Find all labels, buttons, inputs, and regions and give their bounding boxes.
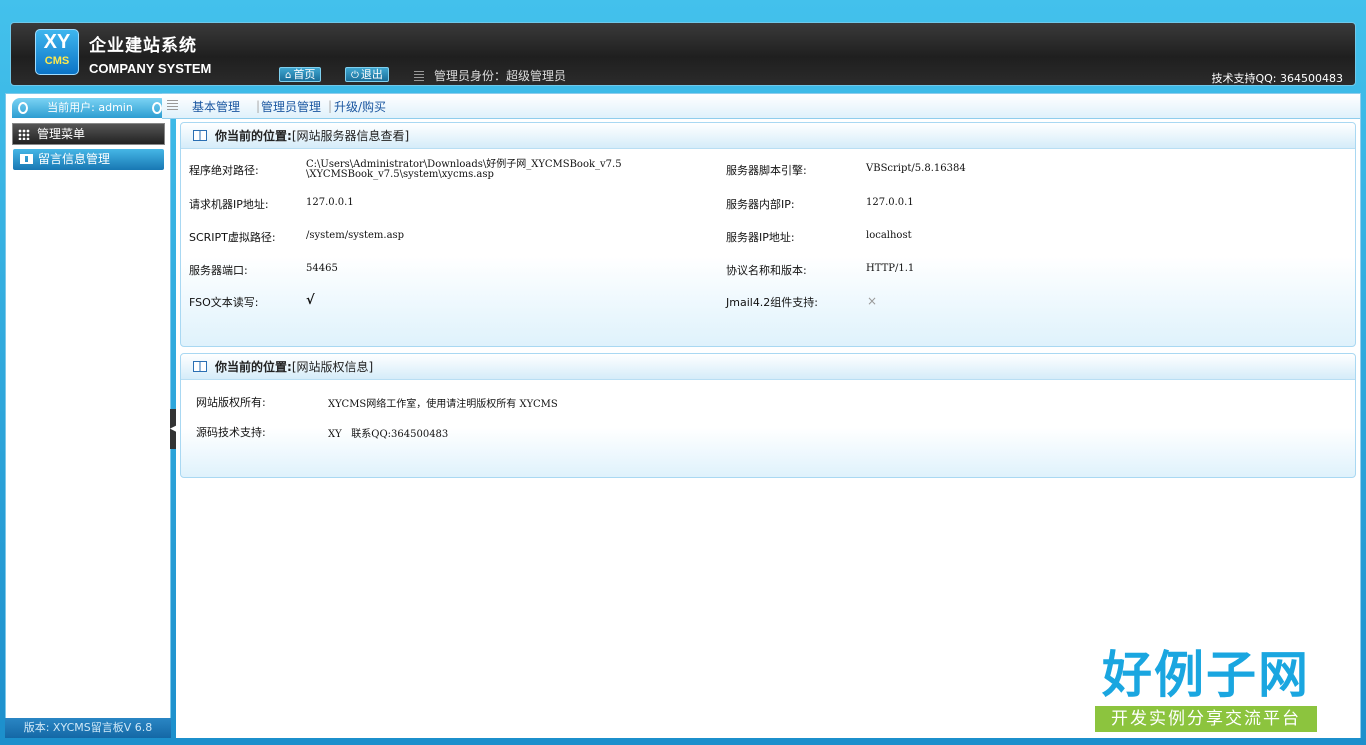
panel-title: 你当前的位置:[网站版权信息] xyxy=(181,354,1355,380)
book-icon xyxy=(20,154,33,164)
server-info-panel: 你当前的位置:[网站服务器信息查看] 程序绝对路径: C:\Users\Admi… xyxy=(180,122,1356,347)
list-icon xyxy=(414,71,424,81)
pin-icon xyxy=(18,102,28,114)
row-value: HTTP/1.1 xyxy=(866,263,915,274)
home-button[interactable]: ⌂ 首页 xyxy=(279,67,322,82)
location-text: [网站版权信息] xyxy=(291,360,374,374)
check-icon: √ xyxy=(306,293,315,308)
sidebar: 当前用户: admin 管理菜单 留言信息管理 xyxy=(5,93,171,738)
row-value: C:\Users\Administrator\Downloads\好例子网_XY… xyxy=(306,159,622,170)
sidebar-item-messages[interactable]: 留言信息管理 xyxy=(13,149,164,170)
top-nav: 基本管理 | 管理员管理 | 升级/购买 xyxy=(162,93,1361,119)
row-label: 请求机器IP地址: xyxy=(189,198,269,211)
row-value: 127.0.0.1 xyxy=(866,197,914,208)
version-text: 版本: XYCMS留言板V 6.8 xyxy=(5,718,171,738)
location-text: [网站服务器信息查看] xyxy=(291,129,410,143)
row-value: 127.0.0.1 xyxy=(306,197,354,208)
row-value: \XYCMSBook_v7.5\system\xycms.asp xyxy=(306,169,494,180)
row-label: 服务器内部IP: xyxy=(726,198,795,211)
book-icon xyxy=(193,130,207,141)
logout-button[interactable]: ⏻ 退出 xyxy=(345,67,389,82)
row-value: /system/system.asp xyxy=(306,230,405,241)
brand-title-cn: 企业建站系统 xyxy=(89,36,197,55)
menu-header[interactable]: 管理菜单 xyxy=(12,123,165,145)
list-icon xyxy=(167,100,178,112)
home-icon: ⌂ xyxy=(285,70,292,81)
grid-icon xyxy=(18,129,30,140)
logo-top: XY xyxy=(43,31,71,53)
row-value: 54465 xyxy=(306,263,338,274)
menu-header-label: 管理菜单 xyxy=(37,127,86,141)
row-label: 服务器端口: xyxy=(189,264,248,277)
nav-separator: | xyxy=(256,99,261,113)
nav-upgrade[interactable]: 升级/购买 xyxy=(334,98,386,115)
row-label: 程序绝对路径: xyxy=(189,164,259,177)
logo-bottom: CMS xyxy=(44,55,70,67)
row-label: FSO文本读写: xyxy=(189,296,259,309)
row-label: 网站版权所有: xyxy=(196,396,266,409)
book-icon xyxy=(193,361,207,372)
row-value: localhost xyxy=(866,230,912,241)
support-text: 技术支持QQ: 364500483 xyxy=(1211,72,1343,85)
row-label: Jmail4.2组件支持: xyxy=(726,296,819,309)
location-prefix: 你当前的位置: xyxy=(215,360,292,374)
current-user-tab: 当前用户: admin xyxy=(12,98,168,118)
header-bar: XY CMS 企业建站系统 COMPANY SYSTEM ⌂ 首页 ⏻ 退出 管理员… xyxy=(10,22,1356,86)
nav-separator: | xyxy=(328,99,333,113)
row-value: XYCMS网络工作室，使用请注明版权所有 XYCMS xyxy=(328,399,558,410)
brand: 企业建站系统 COMPANY SYSTEM xyxy=(89,31,211,76)
row-label: 源码技术支持: xyxy=(196,426,266,439)
watermark-logo: 好例子网 开发实例分享交流平台 xyxy=(1095,646,1317,736)
nav-admin[interactable]: 管理员管理 xyxy=(261,98,321,115)
location-prefix: 你当前的位置: xyxy=(215,129,292,143)
watermark-small: 开发实例分享交流平台 xyxy=(1095,706,1317,732)
role-text: 管理员身份：超级管理员 xyxy=(434,69,567,83)
row-label: 服务器IP地址: xyxy=(726,231,795,244)
logout-label: 退出 xyxy=(360,68,383,81)
pin-icon xyxy=(152,102,162,114)
watermark-big: 好例子网 xyxy=(1102,647,1310,703)
role-info: 管理员身份：超级管理员 xyxy=(414,67,566,84)
logo: XY CMS xyxy=(35,29,79,75)
home-label: 首页 xyxy=(293,68,316,81)
copyright-panel: 你当前的位置:[网站版权信息] 网站版权所有: XYCMS网络工作室，使用请注明… xyxy=(180,353,1356,478)
brand-title-en: COMPANY SYSTEM xyxy=(89,61,212,76)
row-label: 协议名称和版本: xyxy=(726,264,807,277)
cross-icon: × xyxy=(867,294,878,308)
row-value: VBScript/5.8.16384 xyxy=(866,163,966,174)
nav-basic[interactable]: 基本管理 xyxy=(192,98,240,115)
power-icon: ⏻ xyxy=(351,70,359,81)
current-user-label: 当前用户: admin xyxy=(47,101,133,114)
panel-title: 你当前的位置:[网站服务器信息查看] xyxy=(181,123,1355,149)
row-value: XY 联系QQ:364500483 xyxy=(328,429,449,440)
sidebar-item-label: 留言信息管理 xyxy=(38,152,111,166)
row-label: SCRIPT虚拟路径: xyxy=(189,231,276,244)
row-label: 服务器脚本引擎: xyxy=(726,164,807,177)
